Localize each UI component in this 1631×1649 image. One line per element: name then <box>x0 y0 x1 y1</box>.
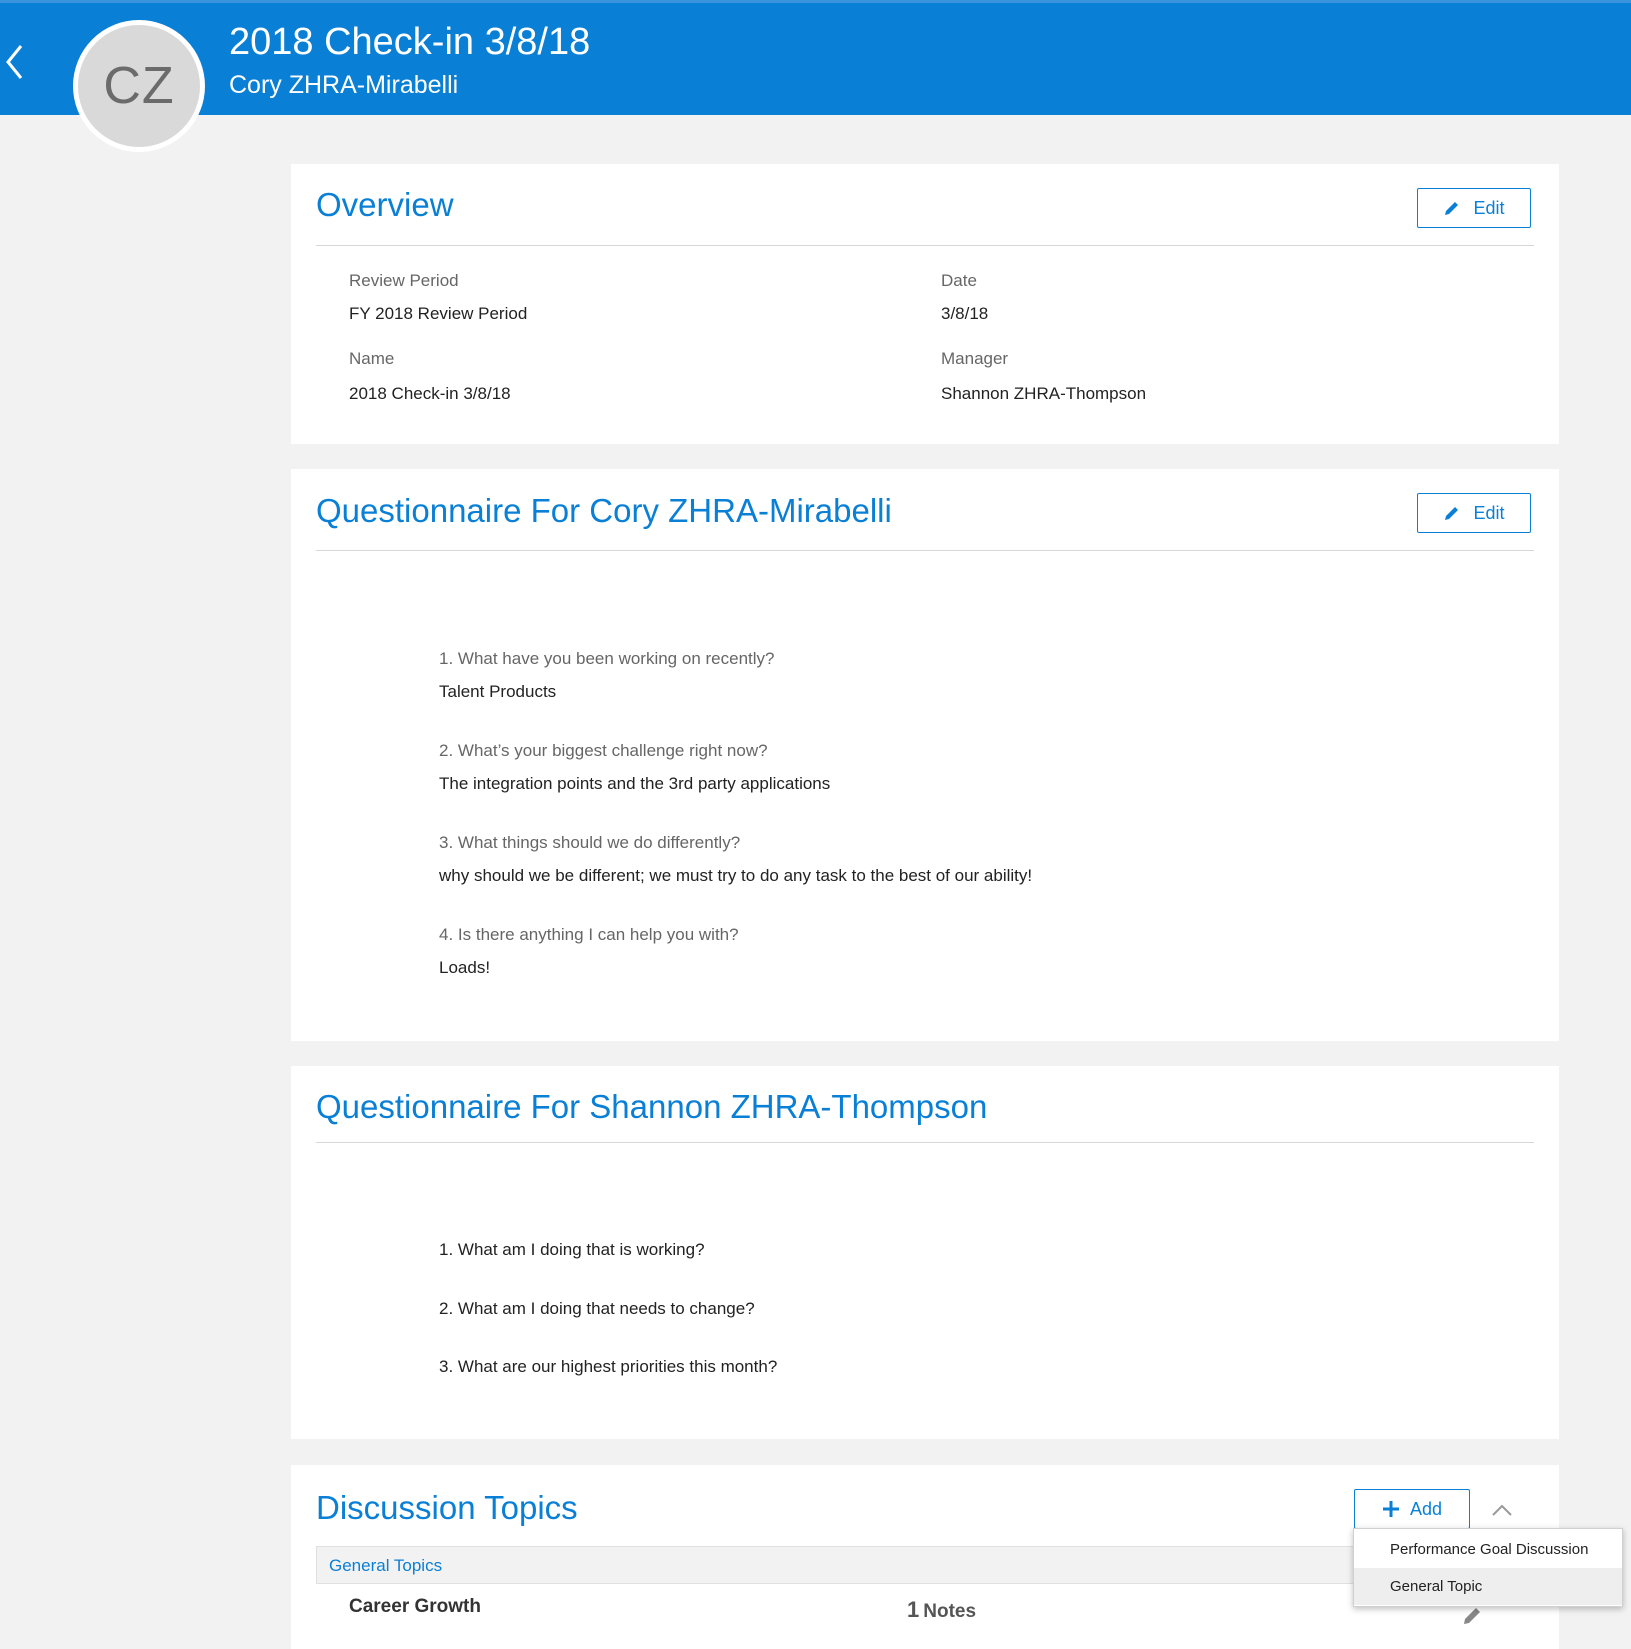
date-value: 3/8/18 <box>941 304 989 323</box>
add-topic-button[interactable]: Add <box>1354 1489 1470 1529</box>
overview-card: Overview Edit Review Period FY 2018 Revi… <box>291 164 1559 444</box>
pencil-icon <box>1445 202 1459 215</box>
divider <box>316 550 1534 551</box>
add-topic-menu: Performance Goal Discussion General Topi… <box>1353 1528 1623 1607</box>
review-period-value: FY 2018 Review Period <box>349 304 528 323</box>
manager-questionnaire-title: Questionnaire For Shannon ZHRA-Thompson <box>316 1088 988 1125</box>
plus-icon <box>1382 1501 1399 1517</box>
name-label: Name <box>349 349 395 368</box>
edit-topic-button[interactable] <box>1461 1605 1483 1632</box>
question-text: 3. What things should we do differently? <box>439 833 741 852</box>
overview-edit-button[interactable]: Edit <box>1417 188 1531 228</box>
avatar: CZ <box>73 20 205 152</box>
manager-questionnaire-card: Questionnaire For Shannon ZHRA-Thompson … <box>291 1066 1559 1439</box>
topic-name[interactable]: Career Growth <box>349 1596 481 1618</box>
chevron-left-icon <box>6 45 23 79</box>
manager-value: Shannon ZHRA-Thompson <box>941 384 1147 403</box>
answer-text: Loads! <box>439 958 491 977</box>
pencil-icon <box>1464 1608 1480 1624</box>
question-text: 2. What’s your biggest challenge right n… <box>439 741 768 760</box>
overview-title: Overview <box>316 186 454 223</box>
question-text: 2. What am I doing that needs to change? <box>439 1299 755 1318</box>
notes-count: 1 <box>907 1597 920 1622</box>
discussion-topics-title: Discussion Topics <box>316 1489 578 1526</box>
edit-label: Edit <box>1473 502 1505 523</box>
review-period-label: Review Period <box>349 271 459 290</box>
answer-text: Talent Products <box>439 682 557 701</box>
question-text: 1. What have you been working on recentl… <box>439 649 775 668</box>
collapse-button[interactable] <box>1487 1495 1517 1525</box>
menu-item-performance-goal-discussion[interactable]: Performance Goal Discussion <box>1354 1531 1622 1568</box>
employee-questionnaire-title: Questionnaire For Cory ZHRA-Mirabelli <box>316 492 892 529</box>
back-button[interactable] <box>0 33 30 91</box>
date-label: Date <box>941 271 977 290</box>
question-text: 3. What are our highest priorities this … <box>439 1357 778 1376</box>
page-header: 2018 Check-in 3/8/18 Cory ZHRA-Mirabelli <box>0 0 1631 115</box>
edit-label: Edit <box>1473 197 1505 218</box>
question-text: 1. What am I doing that is working? <box>439 1240 705 1259</box>
answer-text: The integration points and the 3rd party… <box>439 774 831 793</box>
employee-questionnaire-card: Questionnaire For Cory ZHRA-Mirabelli Ed… <box>291 469 1559 1041</box>
general-topics-header[interactable]: General Topics <box>316 1546 1534 1584</box>
manager-label: Manager <box>941 349 1009 368</box>
add-label: Add <box>1409 1498 1443 1519</box>
answer-text: why should we be different; we must try … <box>439 866 1033 885</box>
notes-label: Notes <box>923 1601 977 1622</box>
menu-item-general-topic[interactable]: General Topic <box>1354 1568 1622 1605</box>
divider <box>316 245 1534 246</box>
name-value: 2018 Check-in 3/8/18 <box>349 384 511 403</box>
divider <box>316 1142 1534 1143</box>
pencil-icon <box>1445 507 1459 520</box>
chevron-up-icon <box>1492 1504 1512 1516</box>
page-title: 2018 Check-in 3/8/18 <box>229 21 591 63</box>
question-text: 4. Is there anything I can help you with… <box>439 925 739 944</box>
questionnaire-edit-button[interactable]: Edit <box>1417 493 1531 533</box>
topic-notes-count[interactable]: 1 Notes <box>907 1597 976 1623</box>
employee-name: Cory ZHRA-Mirabelli <box>229 71 459 99</box>
general-topics-label: General Topics <box>329 1556 443 1575</box>
